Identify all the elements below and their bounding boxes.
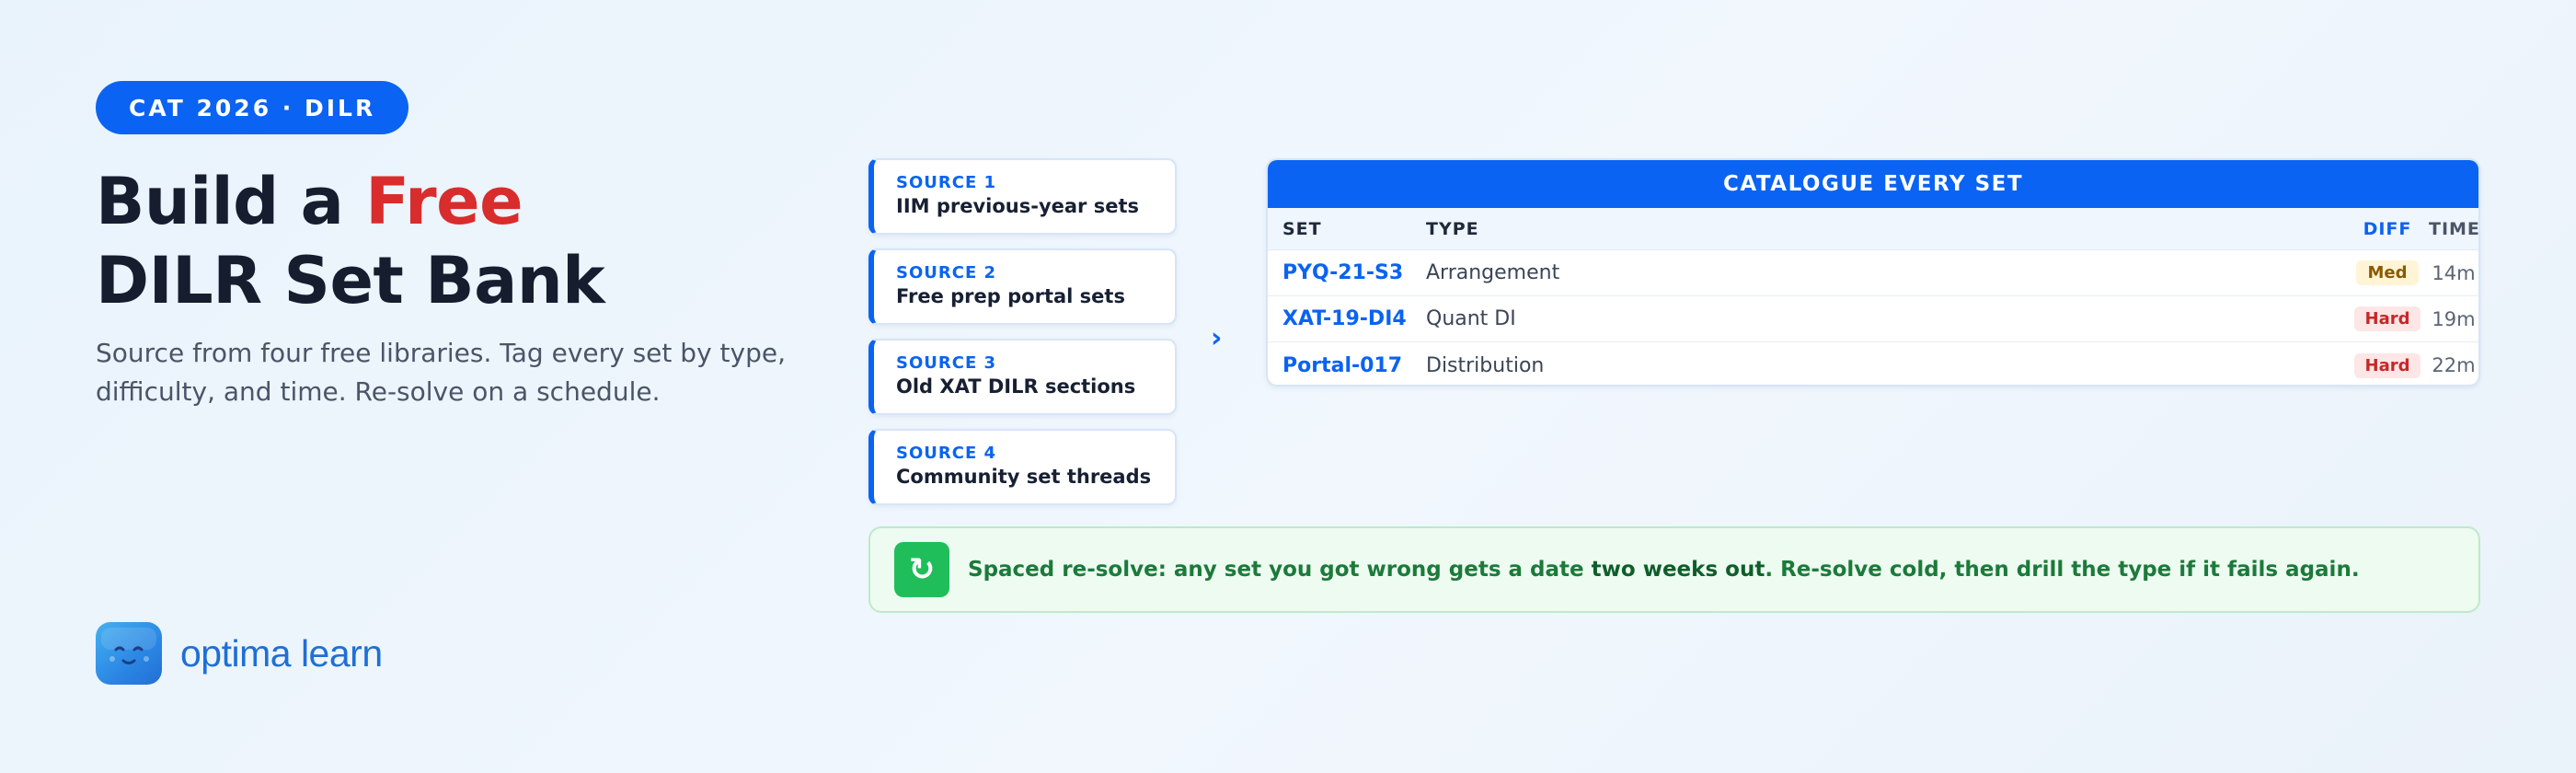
set-type: Arrangement <box>1426 261 1560 284</box>
source-card-2: SOURCE 2 Free prep portal sets <box>868 248 1177 325</box>
table-row: XAT-19-DI4 Quant DI Hard 19m <box>1268 296 2478 342</box>
diff-cell: Med <box>2346 260 2429 285</box>
table-row: Portal-017 Distribution Hard 22m <box>1268 342 2478 385</box>
source-kicker: SOURCE 4 <box>896 444 997 463</box>
diff-cell: Hard <box>2346 306 2429 331</box>
set-type: Quant DI <box>1426 307 1516 330</box>
set-id: Portal-017 <box>1282 353 1403 377</box>
note-text-post: . Re-solve cold, then drill the type if … <box>1765 558 2360 582</box>
source-title: Free prep portal sets <box>896 285 1125 307</box>
smiling-cube-icon <box>96 622 162 685</box>
column-header-set: SET <box>1282 218 1322 239</box>
catalogue-table: CATALOGUE EVERY SET SET TYPE DIFF TIME P… <box>1266 158 2480 386</box>
source-title: Community set threads <box>896 466 1152 488</box>
headline-accent: Free <box>365 164 523 239</box>
set-id: PYQ-21-S3 <box>1282 261 1404 284</box>
source-kicker: SOURCE 1 <box>896 173 997 192</box>
difficulty-badge: Hard <box>2353 352 2421 378</box>
difficulty-badge: Med <box>2356 260 2419 285</box>
table-row: PYQ-21-S3 Arrangement Med 14m <box>1268 250 2478 296</box>
source-list: SOURCE 1 IIM previous-year sets SOURCE 2… <box>868 158 1177 519</box>
page-headline: Build a Free DILR Set Bank <box>96 162 605 320</box>
set-type: Distribution <box>1426 353 1545 377</box>
spaced-resolve-note: ↻ Spaced re-solve: any set you got wrong… <box>868 526 2480 613</box>
note-text-strong: two weeks out <box>1591 558 1765 582</box>
source-card-4: SOURCE 4 Community set threads <box>868 429 1177 505</box>
set-time: 19m <box>2432 307 2476 330</box>
difficulty-badge: Hard <box>2353 306 2421 331</box>
table-header-row: SET TYPE DIFF TIME <box>1268 208 2478 250</box>
source-kicker: SOURCE 3 <box>896 353 997 373</box>
refresh-icon: ↻ <box>894 542 949 597</box>
set-id: XAT-19-DI4 <box>1282 307 1407 330</box>
headline-line-2: DILR Set Bank <box>96 243 605 318</box>
lede-paragraph: Source from four free libraries. Tag eve… <box>96 338 786 407</box>
source-title: IIM previous-year sets <box>896 195 1139 217</box>
source-kicker: SOURCE 2 <box>896 263 997 283</box>
set-time: 14m <box>2432 261 2476 284</box>
set-time: 22m <box>2432 354 2476 376</box>
diff-cell: Hard <box>2346 352 2429 378</box>
headline-line-1: Build a Free <box>96 162 604 241</box>
column-header-diff: DIFF <box>2363 218 2412 239</box>
source-title: Old XAT DILR sections <box>896 375 1136 398</box>
chevron-right-icon: › <box>1211 322 1223 354</box>
note-text: Spaced re-solve: any set you got wrong g… <box>968 558 2360 582</box>
exam-tag-pill: CAT 2026 · DILR <box>96 81 409 134</box>
column-header-type: TYPE <box>1426 218 1479 239</box>
source-card-3: SOURCE 3 Old XAT DILR sections <box>868 339 1177 415</box>
headline-prefix: Build a <box>96 164 366 239</box>
column-header-time: TIME <box>2429 218 2480 239</box>
brand-logo: optima learn <box>96 622 383 685</box>
note-text-pre: Spaced re-solve: any set you got wrong g… <box>968 558 1592 582</box>
brand-name: optima learn <box>180 631 383 675</box>
catalogue-title: CATALOGUE EVERY SET <box>1268 160 2478 208</box>
source-card-1: SOURCE 1 IIM previous-year sets <box>868 158 1177 235</box>
